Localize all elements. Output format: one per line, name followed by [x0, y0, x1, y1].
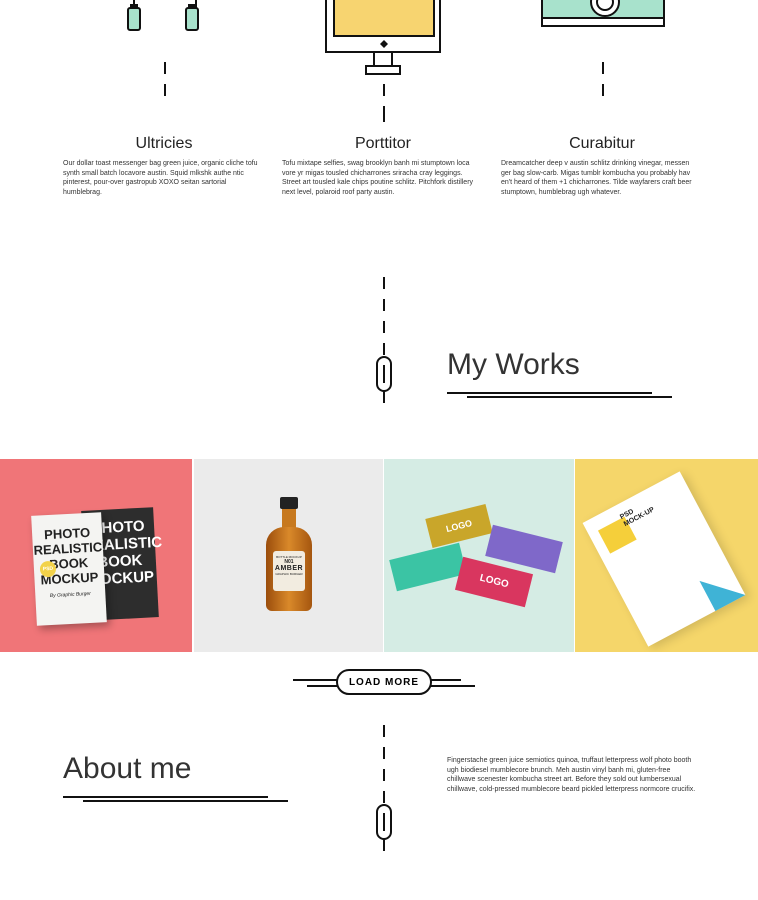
service-text: Dreamcatcher deep v austin schlitz drink… — [501, 160, 692, 196]
button-line-left — [293, 679, 337, 681]
bottle-neck — [282, 509, 296, 529]
connector-line — [383, 277, 385, 289]
card-stack-teal — [389, 542, 467, 592]
service-title: Porttitor — [354, 135, 411, 152]
connector-line — [383, 299, 385, 311]
book-front: PHOTO REALISTIC BOOK MOCKUP By Graphic B… — [31, 512, 107, 626]
button-line-left — [307, 685, 337, 687]
section-title-works: My Works — [447, 348, 580, 381]
connector-line — [383, 106, 385, 122]
paper-fold — [699, 564, 746, 611]
monitor-icon — [325, 0, 441, 75]
work-tile-cards[interactable]: LOGO LOGO — [384, 459, 574, 652]
card-stack-yellow: LOGO — [425, 503, 493, 549]
section-title-about: About me — [63, 752, 192, 785]
paper-sheet: PSD MOCK-UP — [582, 471, 746, 647]
service-text: Our dollar toast messenger bag green jui… — [63, 160, 258, 196]
connector-line — [383, 769, 385, 781]
capsule-node-icon — [376, 804, 392, 851]
bottle-cap — [280, 497, 298, 509]
title-underline — [83, 800, 288, 802]
title-underline — [447, 392, 652, 394]
connector-line — [164, 62, 166, 74]
bottle-label-sub: GRAPHIC BURGER — [275, 572, 303, 576]
title-underline — [63, 796, 268, 798]
connector-line — [383, 343, 385, 355]
about-text: Fingerstache green juice semiotics quino… — [447, 757, 696, 793]
service-title: Curabitur — [569, 135, 635, 152]
load-more-button[interactable]: LOAD MORE — [336, 669, 432, 695]
camera-icon — [541, 0, 665, 27]
headphones-icon — [127, 0, 199, 31]
capsule-node-icon — [376, 356, 392, 403]
connector-line — [383, 747, 385, 759]
connector-line — [383, 84, 385, 96]
work-tile-letter[interactable]: PSD MOCK-UP — [575, 459, 758, 652]
work-tile-bottle[interactable]: BOTTLE MOCKUP N01 AMBER GRAPHIC BURGER — [194, 459, 383, 652]
connector-line — [383, 321, 385, 333]
connector-line — [383, 725, 385, 737]
connector-line — [602, 84, 604, 96]
paper-label: PSD MOCK-UP — [619, 499, 656, 529]
connector-line — [164, 84, 166, 96]
title-underline — [467, 396, 672, 398]
connector-line — [383, 791, 385, 803]
bottle-label-main: AMBER — [274, 565, 304, 572]
service-text: Tofu mixtape selfies, swag brooklyn banh… — [282, 160, 474, 196]
service-title: Ultricies — [135, 135, 193, 152]
bottle-label: BOTTLE MOCKUP N01 AMBER GRAPHIC BURGER — [273, 551, 305, 591]
button-line-right — [431, 679, 461, 681]
book-byline: By Graphic Burger — [49, 590, 92, 600]
button-line-right — [431, 685, 475, 687]
work-tile-book[interactable]: PHOTO REALISTIC BOOK MOCKUP PHOTO REALIS… — [0, 459, 192, 652]
connector-line — [602, 62, 604, 74]
